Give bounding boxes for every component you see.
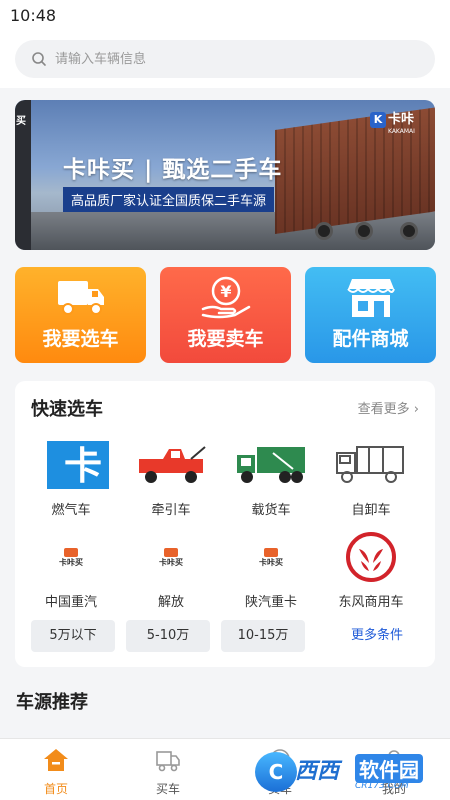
gas-vehicle-icon: 卡 [47, 441, 109, 489]
tow-truck-label: 牵引车 [151, 503, 191, 518]
parts-mall-label: 配件商城 [332, 328, 409, 350]
search-box[interactable] [15, 40, 435, 78]
search-bar [0, 32, 450, 88]
svg-text:卡: 卡 [64, 444, 102, 488]
watermark-soft: 软件园 [355, 754, 423, 783]
type-tow-truck[interactable]: 牵引车 [121, 439, 221, 523]
brand-dongfeng[interactable]: 东风商用车 [321, 531, 421, 615]
banner-title: 卡咔买 | 甄选二手车 [63, 157, 283, 183]
promo-banner[interactable]: 买 K 卡咔 KAKAMAI 卡咔买 | 甄选二手车 高品质厂家认证全国质保二手车… [15, 100, 435, 250]
banner-logo: K 卡咔 KAKAMAI [370, 108, 428, 135]
banner-logo-text: 卡咔 [388, 112, 415, 127]
choose-truck-button[interactable]: 我要选车 [15, 267, 146, 363]
truck-wheel [400, 222, 418, 240]
brand-label: 中国重汽 [44, 595, 97, 610]
svg-text:¥: ¥ [220, 282, 231, 301]
truck-wheel [315, 222, 333, 240]
brand-label: 解放 [157, 595, 184, 610]
watermark-badge: C [255, 752, 297, 792]
sell-truck-label: 我要卖车 [187, 328, 264, 350]
quick-select-title: 快速选车 [31, 399, 103, 420]
watermark-name: 西西 [295, 759, 340, 784]
tab-home[interactable]: 首页 [0, 739, 112, 800]
brand-label: 陕汽重卡 [244, 595, 297, 610]
dump-truck-label: 自卸车 [351, 503, 391, 518]
cargo-truck-icon [237, 447, 305, 483]
brand-logo-text: 卡咔买 [259, 558, 283, 567]
gas-vehicle-label: 燃气车 [51, 503, 91, 518]
search-icon [32, 52, 46, 66]
dump-truck-icon [336, 446, 404, 483]
brand-sinotruk[interactable]: 卡咔买 中国重汽 [21, 531, 121, 615]
brand-logo: 卡咔买 [245, 531, 297, 583]
type-cargo-truck[interactable]: 载货车 [221, 439, 321, 523]
banner-side-text: 买 [16, 116, 26, 127]
type-dump-truck[interactable]: 自卸车 [321, 439, 421, 523]
tab-buy[interactable]: 买车 [112, 739, 224, 800]
brand-logo-text: 卡咔买 [159, 558, 183, 567]
site-watermark: C 西西 软件园 CR173.COM [255, 750, 445, 794]
home-icon [44, 749, 68, 771]
tab-buy-label: 买车 [155, 782, 180, 796]
brand-logo: 卡咔买 [145, 531, 197, 583]
kakamai-logo-icon: K [370, 112, 386, 128]
chevron-right-icon: › [413, 402, 419, 417]
dongfeng-logo-icon [346, 532, 396, 582]
buy-truck-icon [156, 751, 180, 772]
price-chip[interactable]: 5万以下 [31, 620, 115, 652]
store-icon [347, 279, 395, 317]
brand-faw-jiefang[interactable]: 卡咔买 解放 [121, 531, 221, 615]
view-more-label: 查看更多 [357, 402, 410, 417]
watermark-domain: CR173.COM [355, 781, 409, 791]
banner-logo-sub: KAKAMAI [388, 128, 415, 135]
view-more-link[interactable]: 查看更多 › [358, 398, 419, 417]
main-entry-tiles: 我要选车 ¥ 我要卖车 配件商城 [15, 267, 436, 363]
status-bar: 10:48 [0, 0, 450, 32]
more-conditions-link[interactable]: 更多条件 [335, 620, 419, 652]
tab-home-label: 首页 [43, 782, 68, 796]
tow-truck-icon [139, 446, 206, 483]
cargo-truck-label: 载货车 [251, 503, 291, 518]
truck-wheel [355, 222, 373, 240]
parts-mall-button[interactable]: 配件商城 [305, 267, 436, 363]
sell-truck-button[interactable]: ¥ 我要卖车 [160, 267, 291, 363]
status-time: 10:48 [10, 6, 57, 25]
price-chip[interactable]: 10-15万 [221, 620, 305, 652]
choose-truck-label: 我要选车 [42, 328, 119, 350]
brand-logo-text: 卡咔买 [59, 558, 83, 567]
type-gas-vehicle[interactable]: 卡 燃气车 [21, 439, 121, 523]
brand-label: 东风商用车 [338, 595, 404, 610]
truck-icon [58, 281, 104, 315]
brand-logo: 卡咔买 [45, 531, 97, 583]
banner-subtitle: 高品质厂家认证全国质保二手车源 [63, 187, 275, 212]
quick-select-card: 快速选车 查看更多 › 卡 燃气车 牵引车 载货车 自卸车 卡咔买 中国重汽 卡… [15, 381, 435, 667]
recommend-title: 车源推荐 [16, 692, 88, 713]
yen-coin-hand-icon: ¥ [201, 276, 251, 319]
search-input[interactable] [55, 40, 415, 78]
banner-prev-slide: 买 [15, 100, 31, 250]
brand-shacman[interactable]: 卡咔买 陕汽重卡 [221, 531, 321, 615]
price-chip[interactable]: 5-10万 [126, 620, 210, 652]
